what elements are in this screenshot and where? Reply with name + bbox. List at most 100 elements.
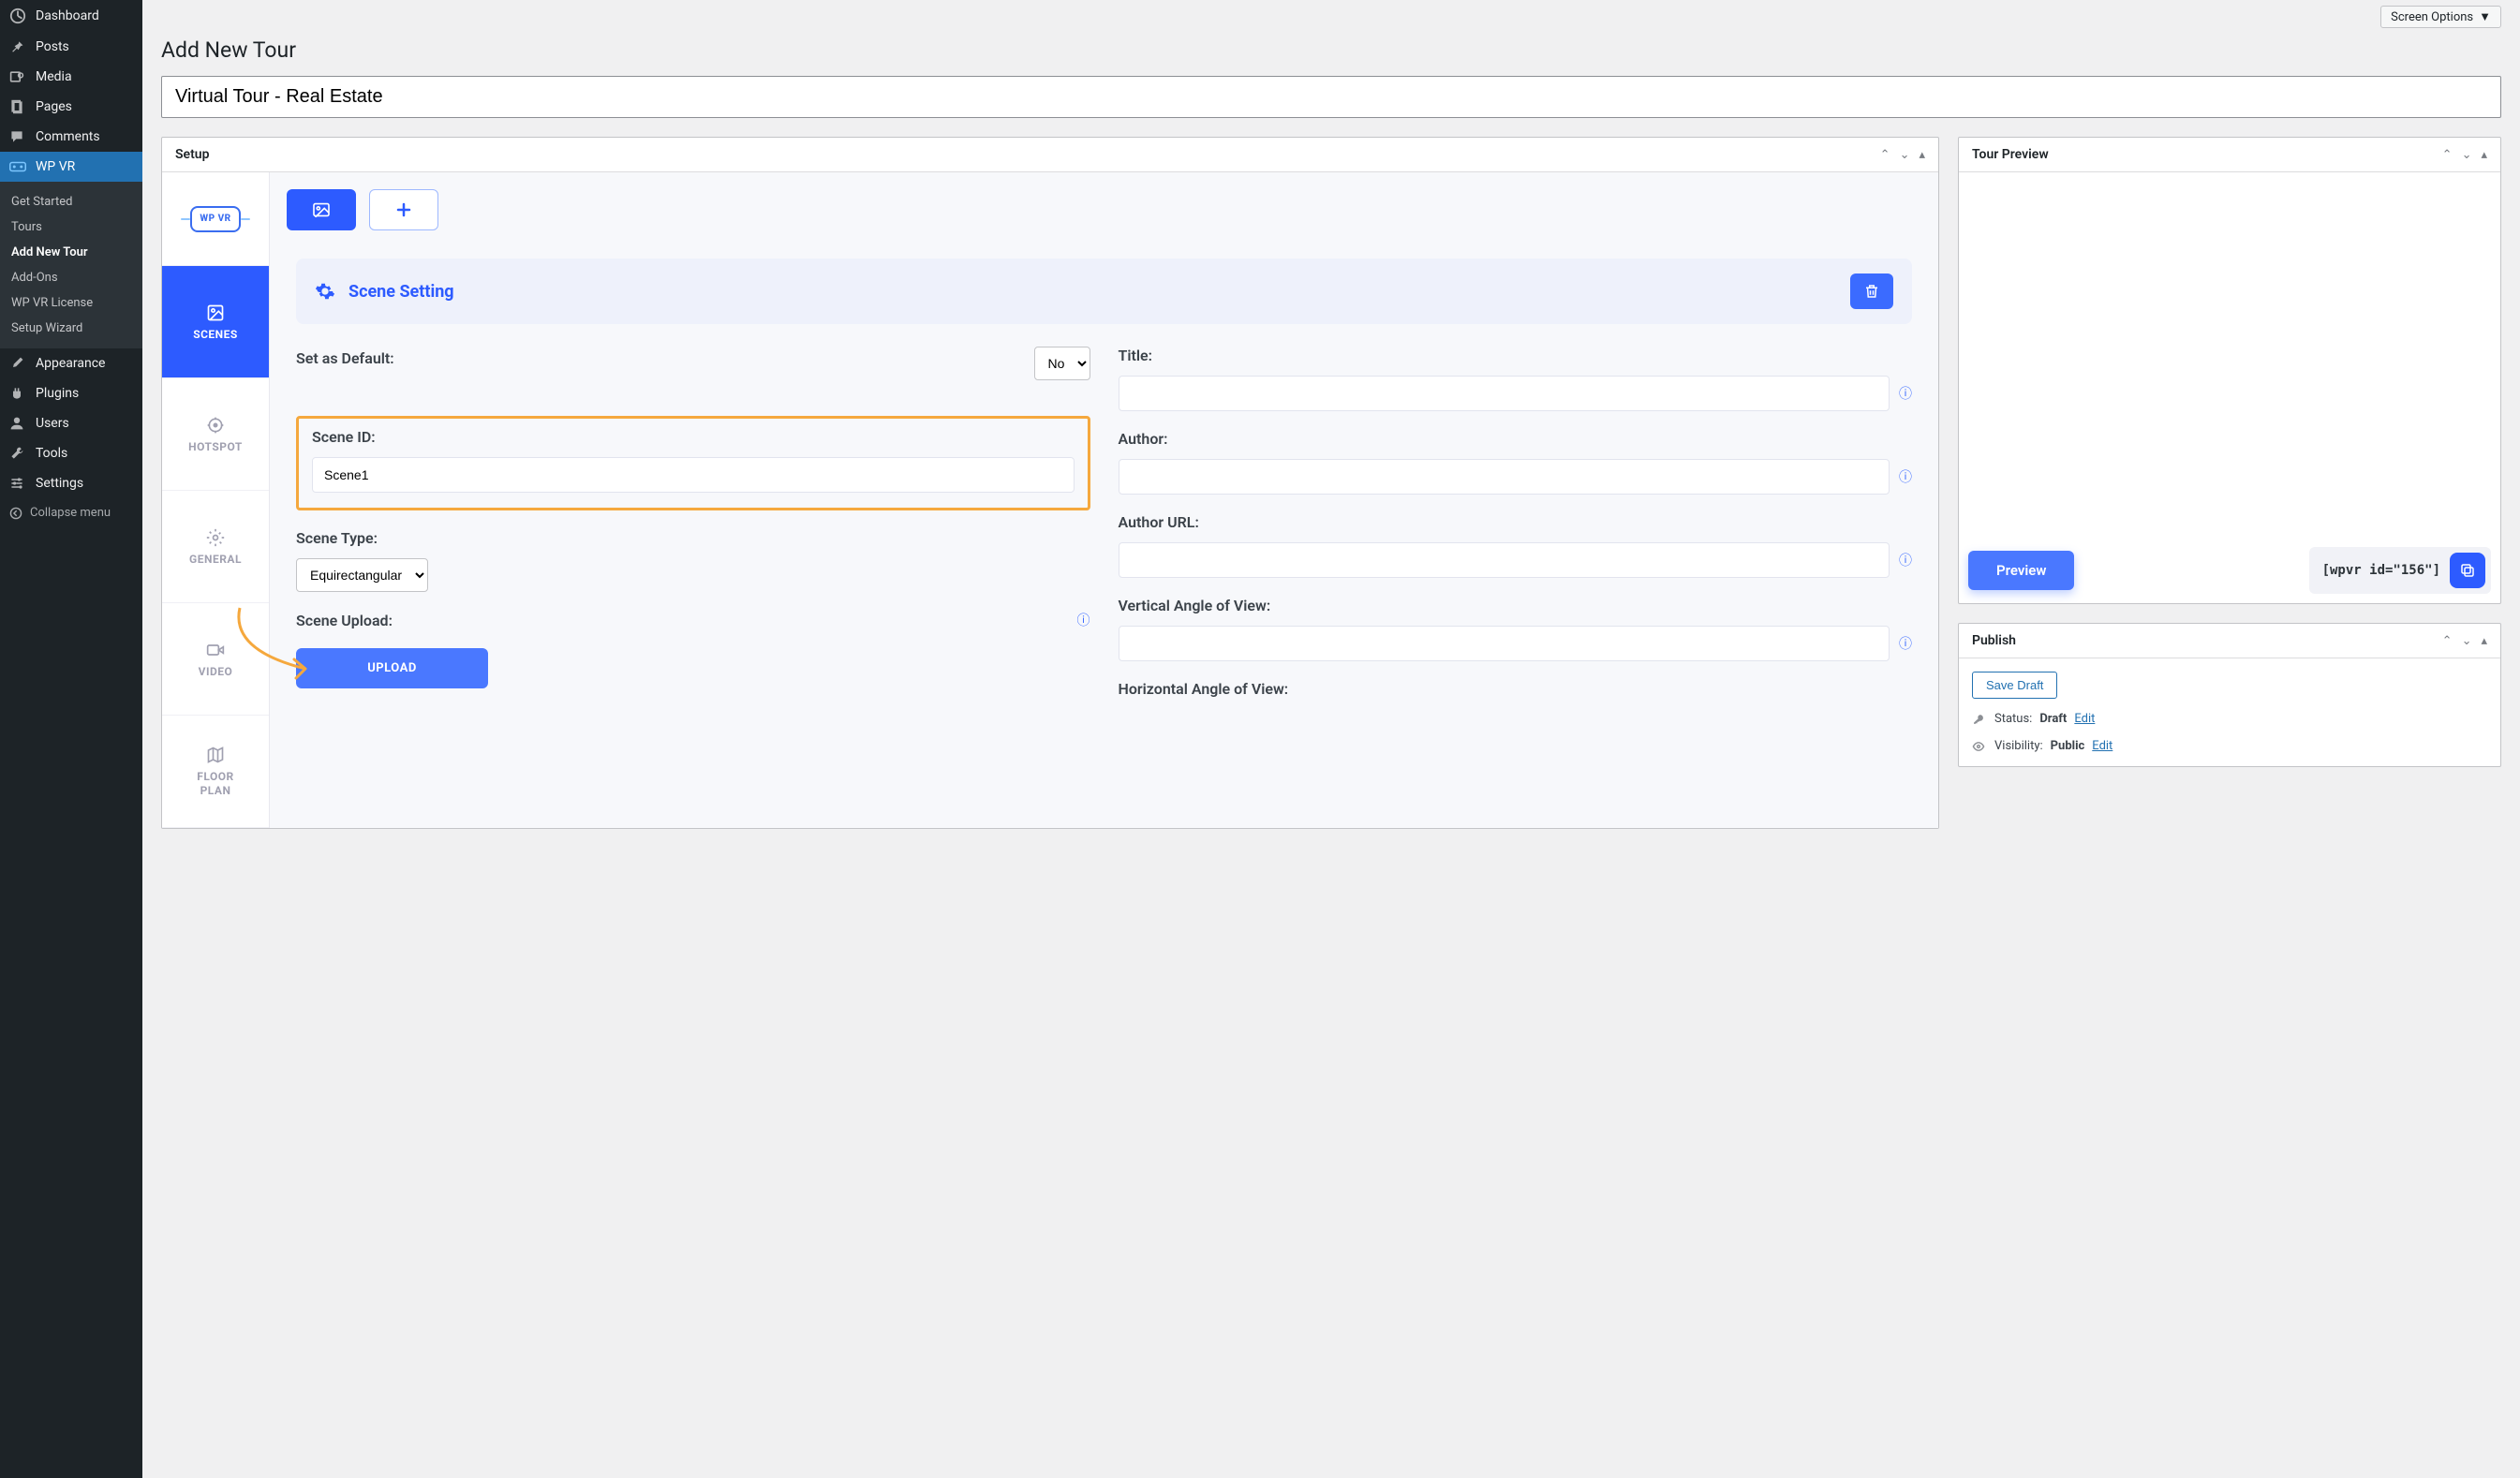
panel-up-icon[interactable]: ⌃ <box>1880 148 1890 162</box>
setup-panel-header: Setup ⌃ ⌄ ▴ <box>162 138 1938 172</box>
nav-posts[interactable]: Posts <box>0 32 142 62</box>
nav-label: Settings <box>36 476 83 491</box>
publish-panel: Publish ⌃ ⌄ ▴ Save Draft Status: Draft <box>1958 623 2501 767</box>
nav-label: WP VR <box>36 159 75 174</box>
image-icon <box>206 303 225 322</box>
tab-general[interactable]: GENERAL <box>162 491 269 603</box>
tab-label: VIDEO <box>199 665 233 678</box>
nav-users[interactable]: Users <box>0 408 142 438</box>
setup-content: Scene Setting Set as Defa <box>270 172 1938 828</box>
sub-setup-wizard[interactable]: Setup Wizard <box>0 316 142 341</box>
help-icon[interactable]: ⓘ <box>1899 634 1912 653</box>
brush-icon <box>9 356 28 371</box>
nav-dashboard[interactable]: Dashboard <box>0 0 142 32</box>
gear-icon <box>206 528 225 547</box>
tab-floorplan[interactable]: FLOOR PLAN <box>162 716 269 828</box>
author-url-label: Author URL: <box>1119 513 1913 531</box>
panel-down-icon[interactable]: ⌄ <box>1900 148 1910 162</box>
scene-id-input[interactable] <box>312 457 1075 493</box>
tab-label: GENERAL <box>189 553 242 566</box>
nav-comments[interactable]: Comments <box>0 122 142 152</box>
nav-wpvr[interactable]: WP VR <box>0 152 142 182</box>
save-draft-button[interactable]: Save Draft <box>1972 672 2057 699</box>
author-input[interactable] <box>1119 459 1890 495</box>
preview-button[interactable]: Preview <box>1968 551 2074 590</box>
author-label: Author: <box>1119 430 1913 448</box>
publish-heading: Publish <box>1972 633 2016 648</box>
eye-icon <box>1972 740 1987 753</box>
page-title: Add New Tour <box>161 37 2501 63</box>
vr-icon <box>9 161 28 172</box>
video-icon <box>206 641 225 659</box>
sub-license[interactable]: WP VR License <box>0 290 142 316</box>
nav-settings[interactable]: Settings <box>0 468 142 498</box>
vaov-label: Vertical Angle of View: <box>1119 597 1913 614</box>
panel-collapse-icon[interactable]: ▴ <box>1919 148 1925 162</box>
edit-status-link[interactable]: Edit <box>2074 712 2095 726</box>
set-default-select[interactable]: No <box>1034 347 1090 380</box>
nav-plugins[interactable]: Plugins <box>0 378 142 408</box>
dashboard-icon <box>9 7 28 24</box>
sub-addons[interactable]: Add-Ons <box>0 265 142 290</box>
panel-up-icon[interactable]: ⌃ <box>2442 148 2453 162</box>
sub-tours[interactable]: Tours <box>0 214 142 240</box>
help-icon[interactable]: ⓘ <box>1899 384 1912 403</box>
nav-wpvr-submenu: Get Started Tours Add New Tour Add-Ons W… <box>0 182 142 348</box>
nav-label: Tools <box>36 446 67 461</box>
nav-appearance[interactable]: Appearance <box>0 348 142 378</box>
scene-chip-add[interactable] <box>369 189 438 230</box>
vaov-input[interactable] <box>1119 626 1890 661</box>
scene-setting-header: Scene Setting <box>296 259 1912 324</box>
comment-icon <box>9 129 28 144</box>
status-value: Draft <box>2039 712 2067 726</box>
topbar: Screen Options ▼ <box>161 0 2501 34</box>
scene-type-label: Scene Type: <box>296 529 1090 547</box>
copy-icon <box>2459 562 2476 579</box>
edit-visibility-link[interactable]: Edit <box>2092 739 2112 753</box>
tab-video[interactable]: VIDEO <box>162 603 269 716</box>
panel-collapse-icon[interactable]: ▴ <box>2481 634 2487 648</box>
nav-label: Media <box>36 69 72 84</box>
nav-label: Pages <box>36 99 72 114</box>
map-icon <box>206 746 225 764</box>
preview-panel: Tour Preview ⌃ ⌄ ▴ Preview [wpvr id="156… <box>1958 137 2501 604</box>
title-label: Title: <box>1119 347 1913 364</box>
panel-collapse-icon[interactable]: ▴ <box>2481 148 2487 162</box>
help-icon[interactable]: ⓘ <box>1077 611 1090 629</box>
tab-scenes[interactable]: SCENES <box>162 266 269 378</box>
pin-icon <box>9 39 28 54</box>
nav-label: Plugins <box>36 386 79 401</box>
shortcode-display: [wpvr id="156"] <box>2309 547 2491 594</box>
help-icon[interactable]: ⓘ <box>1899 467 1912 486</box>
help-icon[interactable]: ⓘ <box>1899 551 1912 569</box>
status-label: Status: <box>1994 712 2032 726</box>
tab-hotspot[interactable]: HOTSPOT <box>162 378 269 491</box>
trash-icon <box>1863 283 1880 300</box>
wrench-icon <box>9 446 28 461</box>
delete-scene-button[interactable] <box>1850 273 1893 309</box>
scene-title-input[interactable] <box>1119 376 1890 411</box>
collapse-label: Collapse menu <box>30 506 111 520</box>
scene-type-select[interactable]: Equirectangular <box>296 558 428 592</box>
scene-setting-title: Scene Setting <box>348 282 454 302</box>
screen-options-toggle[interactable]: Screen Options ▼ <box>2380 6 2501 28</box>
plus-icon <box>396 202 411 217</box>
scene-chip-current[interactable] <box>287 189 356 230</box>
panel-down-icon[interactable]: ⌄ <box>2462 148 2472 162</box>
panel-up-icon[interactable]: ⌃ <box>2442 634 2453 648</box>
copy-shortcode-button[interactable] <box>2450 553 2485 588</box>
sub-get-started[interactable]: Get Started <box>0 189 142 214</box>
nav-tools[interactable]: Tools <box>0 438 142 468</box>
wpvr-logo: WP VR <box>190 206 241 232</box>
upload-button[interactable]: UPLOAD <box>296 648 488 688</box>
key-icon <box>1972 713 1987 726</box>
sub-add-new-tour[interactable]: Add New Tour <box>0 240 142 265</box>
author-url-input[interactable] <box>1119 542 1890 578</box>
admin-sidebar: Dashboard Posts Media Pages Comments WP … <box>0 0 142 1478</box>
nav-pages[interactable]: Pages <box>0 92 142 122</box>
collapse-menu[interactable]: Collapse menu <box>0 498 142 527</box>
panel-down-icon[interactable]: ⌄ <box>2462 634 2472 648</box>
tour-title-input[interactable] <box>161 76 2501 118</box>
nav-media[interactable]: Media <box>0 62 142 92</box>
chevron-down-icon: ▼ <box>2479 9 2491 24</box>
